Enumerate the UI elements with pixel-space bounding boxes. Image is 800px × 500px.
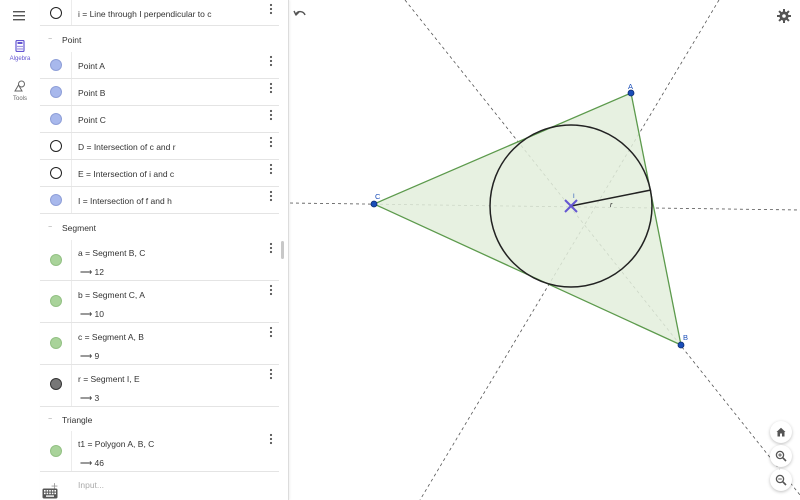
zoom-out-icon xyxy=(775,474,787,486)
more-options-icon[interactable] xyxy=(266,2,276,16)
algebra-row-segment-r[interactable]: r = Segment I, E ⟶ 3 xyxy=(40,365,279,407)
visibility-toggle[interactable] xyxy=(50,445,62,457)
visibility-toggle[interactable] xyxy=(50,295,62,307)
row-value: ⟶ 10 xyxy=(80,309,105,319)
more-options-icon[interactable] xyxy=(266,108,276,122)
input-placeholder[interactable]: Input... xyxy=(78,480,104,490)
menu-icon[interactable] xyxy=(12,9,28,23)
algebra-row-triangle-t1[interactable]: t1 = Polygon A, B, C ⟶ 46 xyxy=(40,431,279,472)
visibility-toggle[interactable] xyxy=(50,59,62,71)
undo-icon[interactable] xyxy=(292,6,308,22)
more-options-icon[interactable] xyxy=(266,162,276,176)
row-definition: D = Intersection of c and r xyxy=(78,142,176,152)
label-a: A xyxy=(628,82,633,91)
gear-icon[interactable] xyxy=(776,8,792,24)
input-bar[interactable]: + Input... xyxy=(40,472,288,500)
visibility-toggle[interactable] xyxy=(50,337,62,349)
algebra-view-button[interactable]: Algebra xyxy=(0,39,40,62)
more-options-icon[interactable] xyxy=(266,54,276,68)
algebra-row-segment-c[interactable]: c = Segment A, B ⟶ 9 xyxy=(40,323,279,365)
visibility-toggle[interactable] xyxy=(50,254,62,266)
collapse-icon[interactable]: − xyxy=(48,36,52,43)
more-options-icon[interactable] xyxy=(266,189,276,203)
visibility-toggle[interactable] xyxy=(50,194,62,206)
visibility-toggle[interactable] xyxy=(50,113,62,125)
more-options-icon[interactable] xyxy=(266,432,276,446)
algebra-row-point-a[interactable]: Point A xyxy=(40,52,279,79)
home-button[interactable] xyxy=(770,421,792,443)
more-options-icon[interactable] xyxy=(266,367,276,381)
visibility-toggle[interactable] xyxy=(50,167,62,179)
algebra-panel: i = Line through I perpendicular to c − … xyxy=(40,0,289,500)
more-options-icon[interactable] xyxy=(266,81,276,95)
row-definition: i = Line through I perpendicular to c xyxy=(78,9,212,19)
algebra-row-segment-b[interactable]: b = Segment C, A ⟶ 10 xyxy=(40,281,279,323)
algebra-row-point-e[interactable]: E = Intersection of i and c xyxy=(40,160,279,187)
home-icon xyxy=(776,427,786,437)
row-definition: b = Segment C, A xyxy=(78,290,145,300)
more-options-icon[interactable] xyxy=(266,135,276,149)
algebra-scrollbar[interactable] xyxy=(281,241,284,259)
visibility-toggle[interactable] xyxy=(50,7,62,19)
row-value: ⟶ 46 xyxy=(80,458,105,468)
geogebra-app: Algebra Tools i = Line through I perpend… xyxy=(0,0,800,500)
label-c: C xyxy=(375,192,381,201)
more-options-icon[interactable] xyxy=(266,241,276,255)
group-header-triangle[interactable]: − Triangle xyxy=(40,408,279,432)
algebra-row-point-i[interactable]: I = Intersection of f and h xyxy=(40,187,279,214)
visibility-toggle[interactable] xyxy=(50,378,62,390)
row-definition: Point A xyxy=(78,61,105,71)
triangle-t1[interactable] xyxy=(372,92,682,347)
visibility-toggle[interactable] xyxy=(50,140,62,152)
row-definition: I = Intersection of f and h xyxy=(78,196,172,206)
tools-view-label: Tools xyxy=(12,96,27,102)
algebra-row-i[interactable]: i = Line through I perpendicular to c xyxy=(40,0,279,26)
group-label: Triangle xyxy=(62,415,93,425)
collapse-icon[interactable]: − xyxy=(48,416,52,423)
collapse-icon[interactable]: − xyxy=(48,224,52,231)
visibility-toggle[interactable] xyxy=(50,86,62,98)
shapes-icon xyxy=(14,80,25,92)
more-options-icon[interactable] xyxy=(266,325,276,339)
row-definition: r = Segment I, E xyxy=(78,374,140,384)
row-definition: Point C xyxy=(78,115,106,125)
row-value: ⟶ 9 xyxy=(80,351,100,361)
group-header-point[interactable]: − Point xyxy=(40,28,279,52)
row-value: ⟶ 3 xyxy=(80,393,100,403)
more-options-icon[interactable] xyxy=(266,283,276,297)
row-definition: c = Segment A, B xyxy=(78,332,144,342)
keyboard-icon[interactable] xyxy=(42,486,58,500)
algebra-row-point-d[interactable]: D = Intersection of c and r xyxy=(40,133,279,160)
row-definition: E = Intersection of i and c xyxy=(78,169,175,179)
algebra-row-segment-a[interactable]: a = Segment B, C ⟶ 12 xyxy=(40,240,279,281)
algebra-row-point-b[interactable]: Point B xyxy=(40,79,279,106)
zoom-in-icon xyxy=(775,450,787,462)
point-b[interactable] xyxy=(677,341,685,349)
tools-view-button[interactable]: Tools xyxy=(0,80,40,102)
group-header-segment[interactable]: − Segment xyxy=(40,216,279,240)
row-definition: Point B xyxy=(78,88,106,98)
row-definition: a = Segment B, C xyxy=(78,248,146,258)
graphics-view[interactable]: A B C I r xyxy=(290,0,800,500)
group-label: Point xyxy=(62,35,82,45)
row-value: ⟶ 12 xyxy=(80,267,105,277)
group-label: Segment xyxy=(62,223,97,233)
row-definition: t1 = Polygon A, B, C xyxy=(78,439,155,449)
calculator-icon xyxy=(15,39,25,53)
zoom-out-button[interactable] xyxy=(770,469,792,491)
label-b: B xyxy=(683,333,688,342)
zoom-in-button[interactable] xyxy=(770,445,792,467)
point-c[interactable] xyxy=(370,200,378,208)
left-rail: Algebra Tools xyxy=(0,0,40,500)
algebra-view-label: Algebra xyxy=(9,56,31,62)
algebra-row-point-c[interactable]: Point C xyxy=(40,106,279,133)
